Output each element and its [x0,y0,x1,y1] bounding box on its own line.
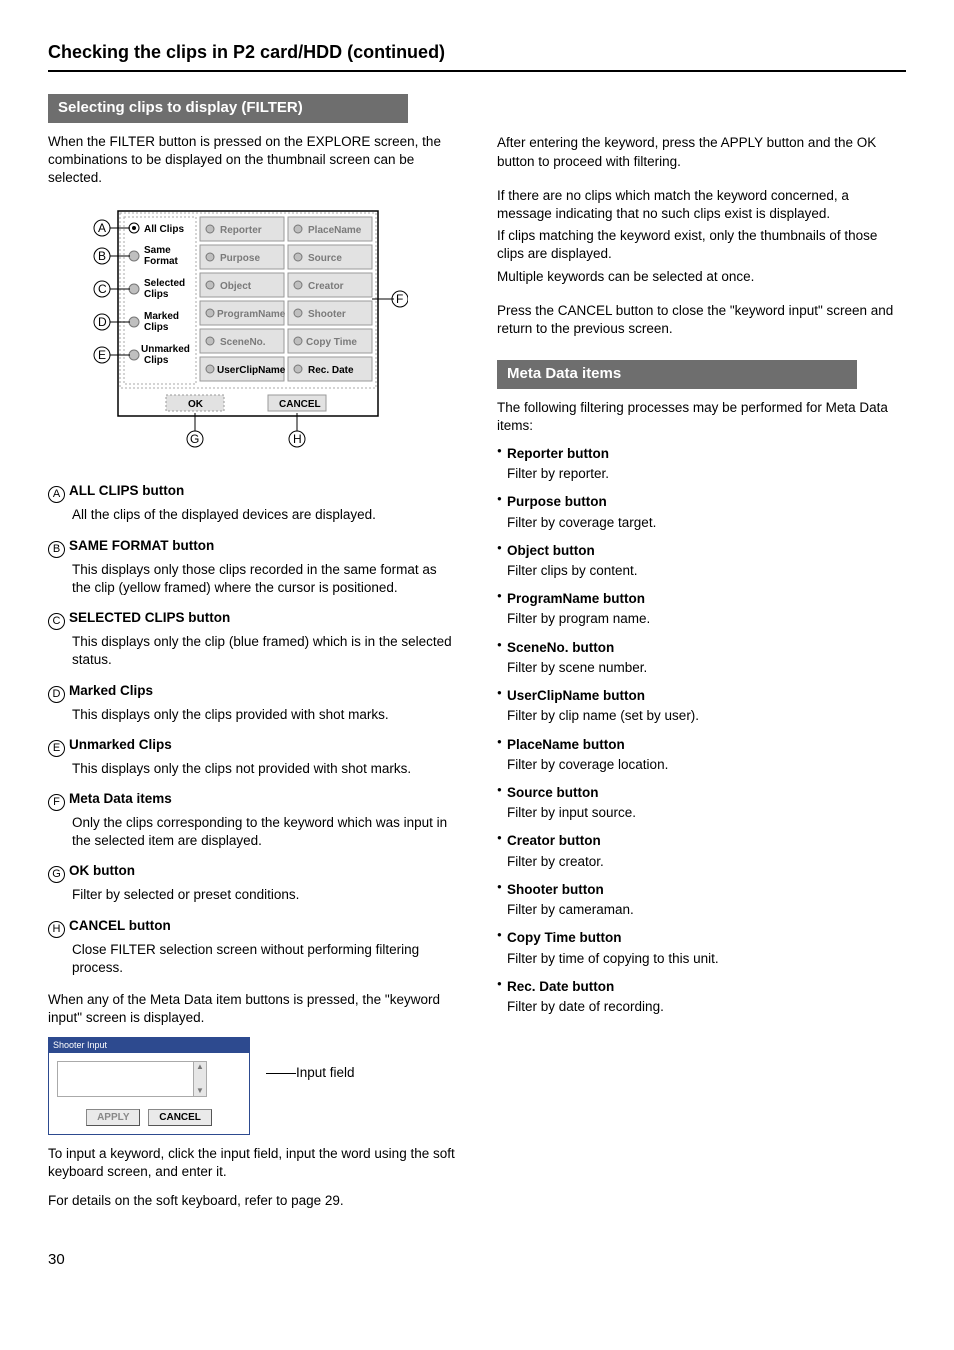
cancel-button-label: CANCEL [279,399,321,410]
right-after2a: If there are no clips which match the ke… [497,187,906,223]
filter-section-heading: Selecting clips to display (FILTER) [48,94,408,122]
meta-item-head: Purpose button [497,493,906,511]
title-rule [48,70,906,72]
right-column: After entering the keyword, press the AP… [497,94,906,1219]
meta-buttons: Reporter Purpose Object ProgramName Scen… [200,217,372,381]
meta-item-head: Copy Time button [497,929,906,947]
right-after2b: If clips matching the keyword exist, onl… [497,227,906,263]
meta-item-body: Filter by coverage location. [507,756,906,774]
svg-text:G: G [190,432,199,446]
item-b-body: This displays only those clips recorded … [72,561,457,597]
item-f-body: Only the clips corresponding to the keyw… [72,814,457,850]
radio-all-clips-label: All Clips [144,224,184,235]
meta-item-body: Filter by program name. [507,610,906,628]
svg-text:Rec. Date: Rec. Date [308,365,354,376]
meta-item-head: Shooter button [497,881,906,899]
svg-text:Purpose: Purpose [220,253,260,264]
meta-intro: The following filtering processes may be… [497,399,906,435]
item-f-head: FMeta Data items [48,790,457,811]
meta-item-head: Source button [497,784,906,802]
svg-text:PlaceName: PlaceName [308,225,362,236]
item-c-body: This displays only the clip (blue framed… [72,633,457,669]
radio-same-format-label-2: Format [144,256,179,267]
svg-text:Clips: Clips [144,289,169,300]
page-number: 30 [48,1250,906,1270]
svg-text:ProgramName: ProgramName [217,309,286,320]
svg-text:A: A [98,221,106,235]
svg-text:Creator: Creator [308,281,344,292]
meta-item-body: Filter by clip name (set by user). [507,707,906,725]
input-field-callout: Input field [296,1064,355,1082]
item-c-head: CSELECTED CLIPS button [48,609,457,630]
item-d-body: This displays only the clips provided wi… [72,706,457,724]
keyword-dialog-illustration: Shooter Input ▲ ▼ APPLY CANCEL [48,1037,457,1145]
svg-text:H: H [293,432,302,446]
meta-item-head: PlaceName button [497,736,906,754]
svg-text:Clips: Clips [144,322,169,333]
meta-item-body: Filter by date of recording. [507,998,906,1016]
page-title: Checking the clips in P2 card/HDD (conti… [48,40,906,64]
meta-item-body: Filter by scene number. [507,659,906,677]
keyword-intro: When any of the Meta Data item buttons i… [48,991,457,1027]
ok-button-label: OK [188,399,204,410]
right-after1: After entering the keyword, press the AP… [497,134,906,170]
svg-text:Reporter: Reporter [220,225,262,236]
keyword-after-1: To input a keyword, click the input fiel… [48,1145,457,1181]
filter-intro: When the FILTER button is pressed on the… [48,133,457,188]
meta-item-body: Filter by input source. [507,804,906,822]
item-h-head: HCANCEL button [48,917,457,938]
svg-text:Unmarked: Unmarked [141,344,190,355]
item-b-head: BSAME FORMAT button [48,537,457,558]
svg-text:Object: Object [220,281,252,292]
filter-dialog-illustration: All Clips Same Format Selected Clips Mar… [48,201,408,461]
keyword-cancel-button[interactable]: CANCEL [148,1109,212,1127]
svg-text:C: C [98,282,107,296]
meta-section-heading: Meta Data items [497,360,857,388]
item-h-body: Close FILTER selection screen without pe… [72,941,457,977]
item-d-head: DMarked Clips [48,682,457,703]
meta-items-list: Reporter button Filter by reporter. Purp… [497,445,906,1016]
svg-text:F: F [396,292,403,306]
meta-item-head: Object button [497,542,906,560]
item-g-body: Filter by selected or preset conditions. [72,886,457,904]
svg-text:Clips: Clips [144,355,169,366]
svg-text:D: D [98,315,107,329]
right-after2c: Multiple keywords can be selected at onc… [497,268,906,286]
item-e-body: This displays only the clips not provide… [72,760,457,778]
svg-text:Marked: Marked [144,311,179,322]
item-a-head: AALL CLIPS button [48,482,457,503]
meta-item-body: Filter by coverage target. [507,514,906,532]
item-a-body: All the clips of the displayed devices a… [72,506,457,524]
right-after3: Press the CANCEL button to close the "ke… [497,302,906,338]
meta-item-head: SceneNo. button [497,639,906,657]
item-e-head: EUnmarked Clips [48,736,457,757]
left-column: Selecting clips to display (FILTER) When… [48,94,457,1219]
meta-item-head: Rec. Date button [497,978,906,996]
radio-same-format-label-1: Same [144,245,171,256]
svg-text:SceneNo.: SceneNo. [220,337,266,348]
meta-item-head: UserClipName button [497,687,906,705]
svg-text:B: B [98,249,106,263]
meta-item-body: Filter by cameraman. [507,901,906,919]
svg-text:E: E [98,348,106,362]
meta-item-head: ProgramName button [497,590,906,608]
meta-item-body: Filter by time of copying to this unit. [507,950,906,968]
keyword-after-2: For details on the soft keyboard, refer … [48,1192,457,1210]
svg-text:Copy Time: Copy Time [306,337,357,348]
svg-text:UserClipName: UserClipName [217,365,286,376]
meta-item-body: Filter by reporter. [507,465,906,483]
svg-text:Shooter: Shooter [308,309,346,320]
meta-item-head: Reporter button [497,445,906,463]
keyword-dialog-title: Shooter Input [49,1038,249,1052]
meta-item-body: Filter clips by content. [507,562,906,580]
svg-text:Selected: Selected [144,278,185,289]
keyword-apply-button[interactable]: APPLY [86,1109,140,1127]
meta-item-body: Filter by creator. [507,853,906,871]
keyword-input-field[interactable]: ▲ ▼ [57,1061,207,1097]
svg-text:Source: Source [308,253,342,264]
meta-item-head: Creator button [497,832,906,850]
item-g-head: GOK button [48,862,457,883]
